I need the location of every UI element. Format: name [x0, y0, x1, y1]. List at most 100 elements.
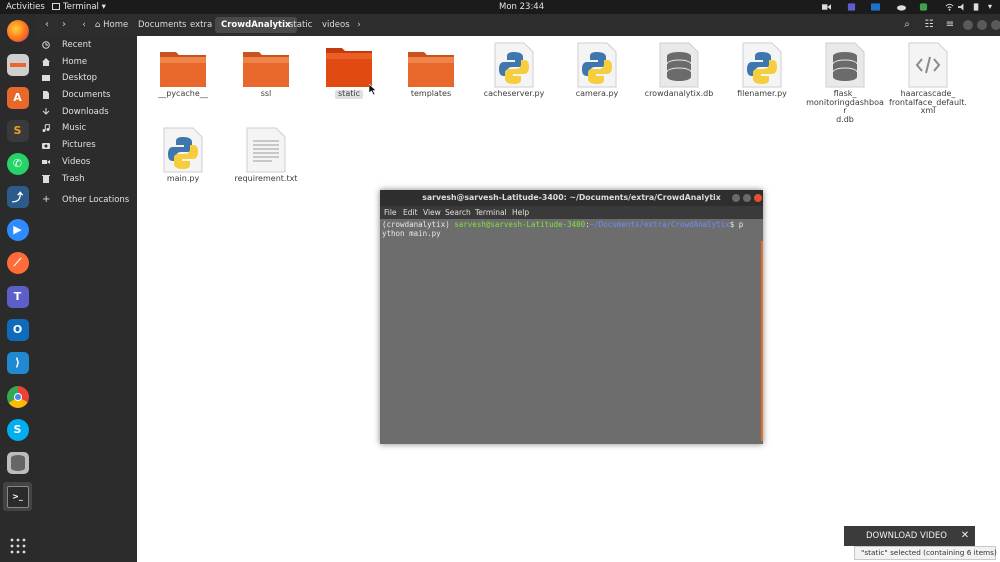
dock-zoom[interactable]: ▶: [3, 215, 32, 244]
dock-postman[interactable]: ⟋: [3, 248, 32, 277]
camera-tray-icon[interactable]: [822, 3, 831, 11]
firefox-icon: [6, 19, 29, 42]
dock-outlook[interactable]: O: [3, 315, 32, 344]
clock[interactable]: Mon 23:44: [499, 0, 544, 14]
dock-teams[interactable]: T: [3, 282, 32, 311]
dock: A S ✆ ⤴ ▶ ⟋ T O ⟩ S >_: [0, 14, 35, 562]
dock-network[interactable]: ⤴: [3, 182, 32, 211]
file-item[interactable]: filenamer.py: [722, 42, 802, 99]
breadcrumb-static[interactable]: static: [283, 17, 318, 33]
dock-firefox[interactable]: [3, 16, 32, 45]
sidebar-item-downloads[interactable]: Downloads: [35, 104, 137, 120]
close-button[interactable]: [991, 20, 1000, 30]
file-item[interactable]: flask_ monitoringdashboar d.db: [805, 42, 885, 124]
python-file-icon: [742, 42, 782, 88]
menu-view[interactable]: View: [423, 206, 441, 219]
close-icon[interactable]: ✕: [955, 526, 975, 546]
terminal-minimize-button[interactable]: [732, 194, 740, 202]
app-tray-icon[interactable]: [919, 3, 928, 11]
music-icon: [42, 124, 50, 132]
dock-files[interactable]: [3, 50, 32, 79]
wifi-icon[interactable]: [945, 3, 954, 11]
file-label: flask_ monitoringdashboar d.db: [805, 89, 885, 124]
system-menu-chevron-icon[interactable]: ▾: [988, 0, 992, 14]
terminal-close-button[interactable]: [754, 194, 762, 202]
terminal-maximize-button[interactable]: [743, 194, 751, 202]
chevron-down-icon: ▾: [101, 2, 106, 12]
sidebar-item-videos[interactable]: Videos: [35, 154, 137, 170]
sidebar-item-trash[interactable]: Trash: [35, 171, 137, 187]
outlook-tray-icon[interactable]: [871, 3, 880, 11]
forward-button[interactable]: ›: [57, 18, 71, 32]
trash-icon: [42, 175, 50, 183]
minimize-button[interactable]: [963, 20, 973, 30]
menu-help[interactable]: Help: [512, 206, 529, 219]
menu-file[interactable]: File: [384, 206, 397, 219]
file-item[interactable]: ssl: [226, 46, 306, 99]
folder-icon: [326, 48, 372, 87]
folder-icon: [42, 75, 50, 81]
maximize-button[interactable]: [977, 20, 987, 30]
cloud-tray-icon[interactable]: [897, 3, 906, 11]
file-item-selected[interactable]: static: [309, 46, 389, 99]
terminal-output[interactable]: (crowdanalytix) sarvesh@sarvesh-Latitude…: [380, 219, 763, 444]
sidebar-item-desktop[interactable]: Desktop: [35, 70, 137, 86]
menu-icon[interactable]: ≡: [943, 18, 957, 32]
file-item[interactable]: main.py: [143, 127, 223, 184]
menu-edit[interactable]: Edit: [403, 206, 418, 219]
file-item[interactable]: cacheserver.py: [474, 42, 554, 99]
dock-vscode[interactable]: ⟩: [3, 348, 32, 377]
file-label: static: [335, 89, 363, 99]
file-label-line: d.db: [836, 114, 854, 124]
file-item[interactable]: requirement.txt: [226, 127, 306, 184]
terminal-menubar: File Edit View Search Terminal Help: [380, 206, 763, 219]
activities-button[interactable]: Activities: [6, 0, 45, 14]
sidebar-item-documents[interactable]: Documents: [35, 87, 137, 103]
terminal-scrollbar[interactable]: [761, 241, 763, 441]
breadcrumb-extra[interactable]: extra: [184, 17, 218, 33]
dock-software[interactable]: A: [3, 83, 32, 112]
menu-search[interactable]: Search: [445, 206, 471, 219]
battery-icon[interactable]: [972, 3, 981, 11]
dock-sublime[interactable]: S: [3, 116, 32, 145]
terminal-title[interactable]: sarvesh@sarvesh-Latitude-3400: ~/Documen…: [380, 190, 763, 206]
menu-terminal[interactable]: Terminal: [475, 206, 507, 219]
xml-file-icon: [908, 42, 948, 88]
dock-terminal[interactable]: >_: [3, 482, 32, 511]
files-sidebar: Recent Home Desktop Documents Downloads …: [35, 36, 137, 562]
breadcrumb-videos[interactable]: videos: [316, 17, 356, 33]
app-menu-label: Terminal: [63, 2, 99, 12]
back-button[interactable]: ‹: [40, 18, 54, 32]
sidebar-item-home[interactable]: Home: [35, 54, 137, 70]
sidebar-item-label: Downloads: [62, 107, 109, 117]
teams-tray-icon[interactable]: [847, 3, 856, 11]
view-options-icon[interactable]: ☷: [922, 18, 936, 32]
dock-chrome[interactable]: [3, 382, 32, 411]
sidebar-item-pictures[interactable]: Pictures: [35, 137, 137, 153]
file-item[interactable]: camera.py: [557, 42, 637, 99]
search-icon[interactable]: ⌕: [900, 18, 914, 32]
dock-database[interactable]: [3, 448, 32, 477]
sidebar-item-recent[interactable]: Recent: [35, 37, 137, 53]
dock-whatsapp[interactable]: ✆: [3, 149, 32, 178]
file-item[interactable]: crowdanalytix.db: [639, 42, 719, 99]
dock-show-apps[interactable]: [3, 531, 32, 560]
prompt-command-start: $ p: [729, 220, 744, 229]
breadcrumb-home-label: Home: [103, 20, 129, 30]
terminal-window[interactable]: sarvesh@sarvesh-Latitude-3400: ~/Documen…: [380, 190, 763, 444]
breadcrumb-right-arrow[interactable]: ›: [352, 18, 366, 32]
file-item[interactable]: __pycache__: [143, 46, 223, 99]
file-item[interactable]: haarcascade_ frontalface_default. xml: [888, 42, 968, 116]
file-label: cacheserver.py: [483, 89, 545, 98]
app-menu[interactable]: Terminal ▾: [52, 0, 106, 14]
dock-skype[interactable]: S: [3, 415, 32, 444]
database-file-icon: [825, 42, 865, 88]
sidebar-item-music[interactable]: Music: [35, 120, 137, 136]
file-item[interactable]: templates: [391, 46, 471, 99]
sidebar-item-other-locations[interactable]: + Other Locations: [35, 192, 137, 208]
volume-icon[interactable]: [958, 3, 967, 11]
database-app-icon: [6, 451, 29, 474]
breadcrumb-home[interactable]: ⌂ Home: [89, 17, 134, 33]
zoom-icon: ▶: [6, 218, 29, 241]
sublime-icon: S: [6, 119, 29, 142]
